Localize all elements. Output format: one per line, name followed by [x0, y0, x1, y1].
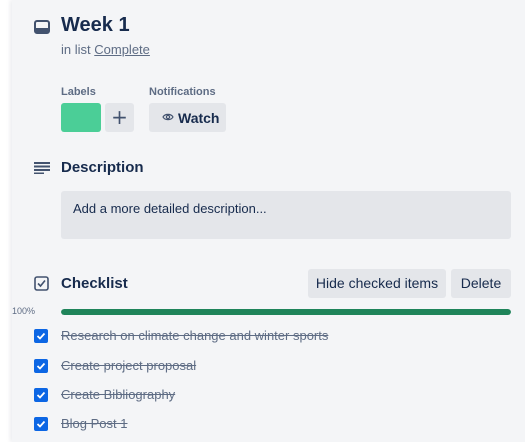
description-input[interactable]: Add a more detailed description...	[61, 191, 511, 239]
notifications-heading: Notifications	[149, 86, 216, 98]
hide-checked-items-button[interactable]: Hide checked items	[308, 269, 446, 298]
delete-checklist-button[interactable]: Delete	[451, 269, 511, 298]
list-name-link[interactable]: Complete	[94, 42, 150, 57]
card-detail-panel: Week 1 in list Complete Labels Notificat…	[12, 0, 525, 442]
labels-heading: Labels	[61, 86, 96, 98]
checklist-item-text[interactable]: Create Bibliography	[61, 387, 175, 402]
checkbox-checked[interactable]	[34, 388, 48, 402]
checklist-item[interactable]: Blog Post 1	[34, 414, 511, 436]
checklist-item-text[interactable]: Research on climate change and winter sp…	[61, 328, 328, 343]
description-icon	[34, 162, 50, 174]
progress-percent: 100%	[12, 306, 36, 316]
checkmark-icon	[36, 362, 46, 370]
checklist-item[interactable]: Create Bibliography	[34, 385, 511, 407]
progress-bar	[61, 309, 511, 315]
checkmark-icon	[36, 391, 46, 399]
checklist-item[interactable]: Create project proposal	[34, 356, 511, 378]
add-label-button[interactable]: +	[105, 103, 134, 132]
checkmark-icon	[36, 420, 46, 428]
checklist-item-text[interactable]: Blog Post 1	[61, 416, 128, 431]
checklist-item[interactable]: Research on climate change and winter sp…	[34, 326, 511, 348]
watch-label: Watch	[178, 110, 220, 126]
card-icon	[34, 20, 50, 34]
card-title[interactable]: Week 1	[61, 14, 130, 37]
label-green[interactable]	[61, 103, 101, 132]
progress-fill	[61, 309, 511, 315]
watch-button[interactable]: Watch	[149, 103, 226, 132]
checklist-heading[interactable]: Checklist	[61, 275, 128, 292]
in-list-prefix: in list	[61, 42, 91, 57]
description-heading: Description	[61, 159, 144, 176]
checkmark-icon	[36, 332, 46, 340]
checkbox-checked[interactable]	[34, 417, 48, 431]
checkbox-checked[interactable]	[34, 329, 48, 343]
in-list-text: in list Complete	[61, 42, 150, 57]
checkbox-checked[interactable]	[34, 359, 48, 373]
eye-icon	[162, 113, 174, 121]
description-placeholder: Add a more detailed description...	[73, 201, 267, 216]
checklist-icon	[34, 276, 49, 291]
checklist-item-text[interactable]: Create project proposal	[61, 358, 196, 373]
